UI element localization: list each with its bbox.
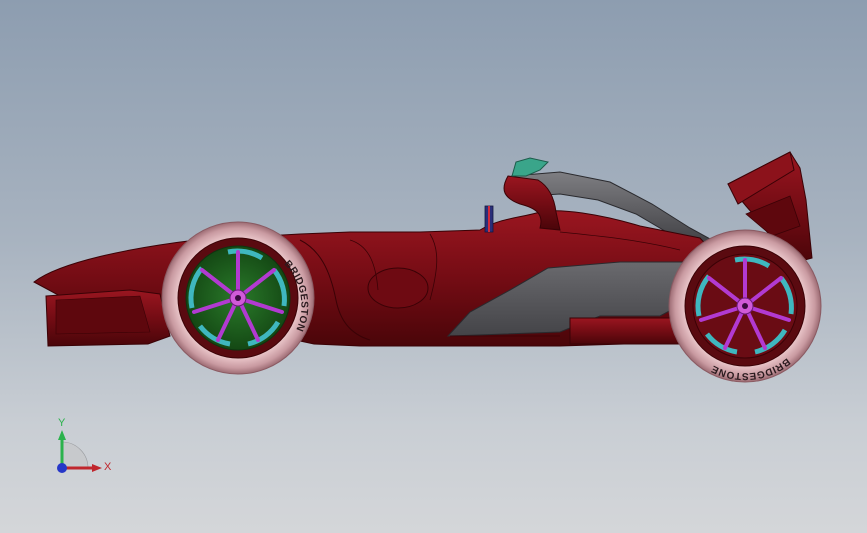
f1-car-model[interactable]: BRIDGESTONE — [33, 151, 822, 383]
rear-wheel: BRIDGESTONE — [668, 229, 822, 383]
front-wheel: BRIDGESTONE — [161, 221, 315, 375]
y-axis-label: Y — [58, 417, 66, 429]
x-axis-label: X — [104, 461, 112, 473]
front-wing — [45, 289, 171, 347]
cad-viewport[interactable]: BRIDGESTONE — [0, 0, 867, 533]
triad-plane — [61, 441, 89, 469]
sidepod-inlet — [367, 267, 429, 309]
axis-triad[interactable]: Y X — [57, 417, 112, 473]
z-axis-dot — [57, 463, 67, 473]
